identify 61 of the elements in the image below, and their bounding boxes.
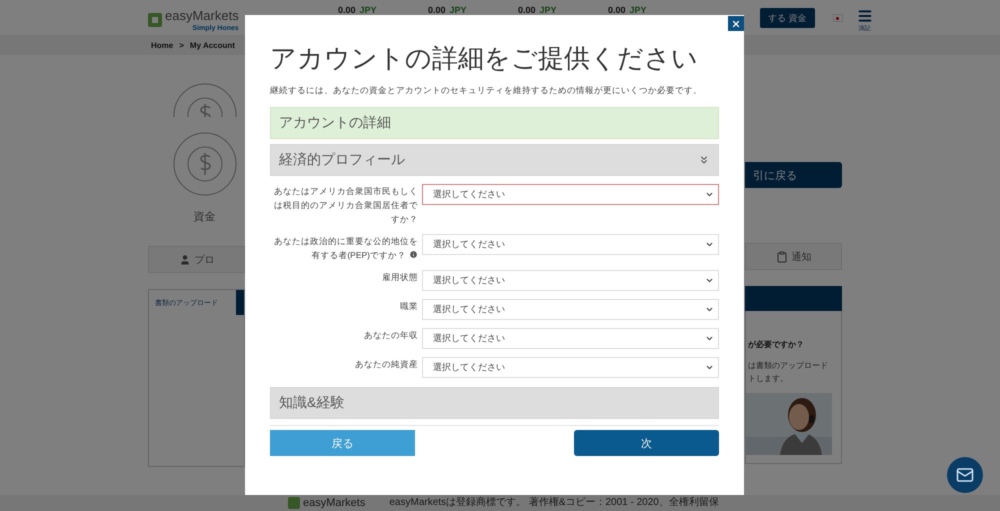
section-header[interactable]: 経済的プロフィール — [270, 144, 719, 176]
help-title: が必要ですか？ — [748, 339, 805, 350]
help-text: トします。 — [748, 373, 789, 384]
profile-tab[interactable]: プロ — [148, 246, 245, 273]
chevron-down-icon — [705, 363, 714, 372]
chevron-down-icon — [705, 276, 714, 285]
copyright-text: easyMarketsは登録商標です。 著作権&コピー：2001 - 2020、全権利留保 — [389, 498, 719, 508]
intro-text: 継続するには、あなたの資金とアカウントのセキュリティを維持するための情報が更にいくつか必要です。 — [270, 85, 703, 97]
notifications-tab[interactable]: 通知 — [745, 243, 842, 270]
field-label: あなたはアメリカ合衆国市民もしくは税目的のアメリカ合衆国居住者ですか？ — [273, 185, 418, 226]
chevron-down-icon — [705, 190, 714, 199]
select-field[interactable]: 選択してください — [422, 234, 719, 255]
section-header[interactable]: 知識&経験 — [270, 387, 719, 419]
select-field[interactable]: 選択してください — [422, 328, 719, 349]
back-to-trading-button[interactable]: 引に戻る — [745, 162, 842, 188]
close-icon — [731, 18, 741, 28]
footer-logo-text: easyMarkets — [303, 498, 366, 508]
modal-title: アカウントの詳細をご提供ください — [270, 42, 699, 75]
ticker-value: 0.00 — [518, 5, 536, 15]
breadcrumb-current: My Account — [190, 40, 235, 50]
clipboard-icon — [776, 250, 788, 262]
dollar-circle-icon — [172, 131, 238, 197]
chevrons-down-icon — [698, 154, 710, 166]
back-button[interactable]: 戻る — [270, 430, 415, 456]
deposit-button[interactable]: する 資金 — [760, 8, 815, 28]
tab-strip — [236, 290, 244, 315]
next-button[interactable]: 次 — [574, 430, 719, 456]
ticker-currency: JPY — [540, 5, 557, 15]
ticker-value: 0.00 — [428, 5, 446, 15]
info-icon — [409, 250, 418, 259]
menu-icon[interactable] — [856, 8, 873, 24]
section-header[interactable]: アカウントの詳細 — [270, 107, 719, 139]
chevron-down-icon — [705, 305, 714, 314]
chat-button[interactable] — [947, 457, 983, 493]
logo-icon — [148, 12, 162, 26]
breadcrumb-separator: > — [179, 40, 184, 50]
field-label: 雇用状態 — [381, 271, 418, 284]
ticker-value: 0.00 — [338, 5, 356, 15]
ticker-currency: JPY — [630, 5, 647, 15]
help-text: は書類のアップロード — [748, 360, 829, 371]
select-field[interactable]: 選択してください — [422, 357, 719, 378]
breadcrumb-link[interactable]: Home — [151, 40, 174, 50]
close-button[interactable] — [728, 16, 744, 31]
logo-icon — [288, 497, 300, 509]
select-field[interactable]: 選択してください — [422, 299, 719, 320]
field-label: 職業 — [399, 300, 418, 313]
ticker-value: 0.00 — [608, 5, 626, 15]
mail-icon — [956, 466, 974, 484]
funds-label: 資金 — [194, 210, 216, 224]
field-label: あなたの純資産 — [354, 358, 418, 371]
field-label: あなたの年収 — [363, 329, 418, 342]
ticker-currency: JPY — [360, 5, 377, 15]
logo-text: easyMarkets — [165, 8, 239, 23]
flag-icon[interactable] — [832, 14, 843, 22]
field-label: あなたは政治的に重要な公的地位を有する者(PEP)ですか？ — [273, 235, 418, 262]
chevron-down-icon — [705, 240, 714, 249]
chevron-down-icon — [705, 334, 714, 343]
select-field[interactable]: 選択してください — [422, 270, 719, 291]
select-field[interactable]: 選択してください — [422, 184, 719, 205]
user-icon — [178, 254, 190, 266]
ticker-currency: JPY — [450, 5, 467, 15]
